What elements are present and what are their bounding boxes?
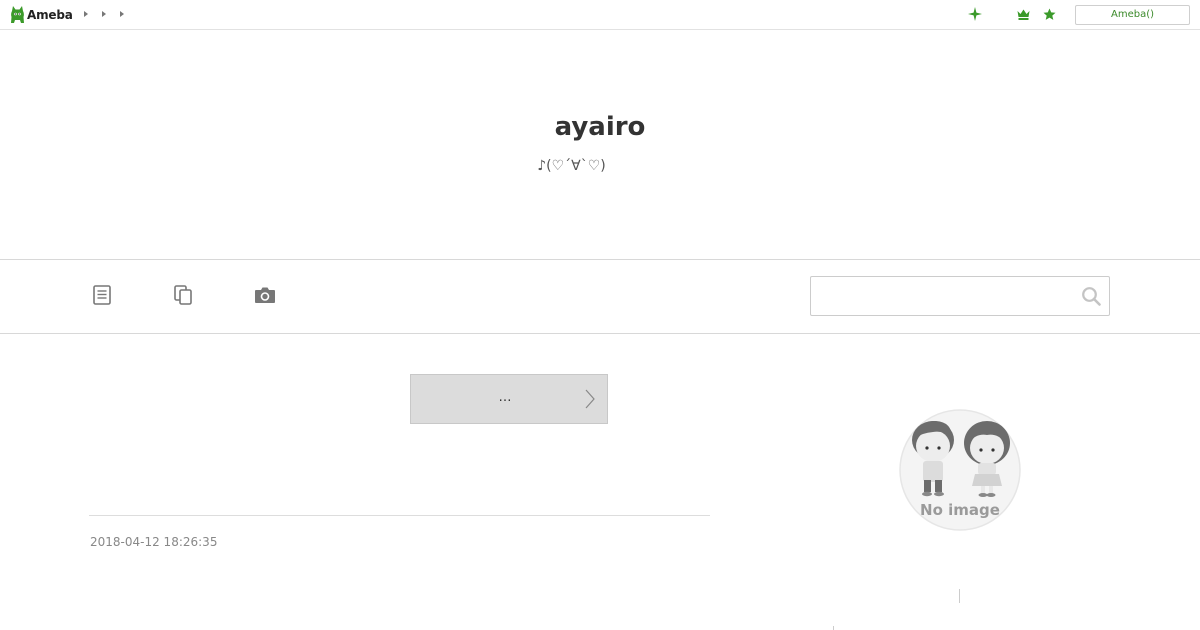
blog-search-box xyxy=(810,276,1110,316)
star-icon[interactable] xyxy=(1043,8,1056,21)
nav-arrow-1[interactable] xyxy=(84,11,88,17)
blog-menu-bar xyxy=(0,259,1200,334)
sidebar-separator xyxy=(959,589,960,603)
search-input[interactable] xyxy=(812,278,1088,312)
ameba-mascot-icon xyxy=(11,6,24,23)
nav-arrow-3[interactable] xyxy=(120,11,124,17)
read-more-label: … xyxy=(498,390,512,405)
profile-image[interactable]: No image xyxy=(898,408,1022,532)
content-divider xyxy=(89,515,710,516)
logo-text: Ameba xyxy=(27,8,73,22)
read-more-button[interactable]: … xyxy=(410,374,608,424)
global-header: Ameba Ameba() xyxy=(0,0,1200,30)
article-list-icon[interactable] xyxy=(93,285,111,305)
search-icon[interactable] xyxy=(1081,286,1101,306)
sidebar-separator-small xyxy=(833,626,834,630)
crown-icon[interactable] xyxy=(1017,9,1030,20)
ameba-logo[interactable]: Ameba xyxy=(10,6,73,24)
pages-icon[interactable] xyxy=(174,285,193,305)
sparkle-icon[interactable] xyxy=(968,7,982,21)
no-image-text: No image xyxy=(920,501,1000,519)
global-nav xyxy=(84,11,124,17)
blog-description: ♪(♡´∀`♡) xyxy=(537,158,606,174)
nav-arrow-2[interactable] xyxy=(102,11,106,17)
post-date: 2018-04-12 18:26:35 xyxy=(90,535,218,549)
ameba-login-button[interactable]: Ameba() xyxy=(1075,5,1190,25)
camera-icon[interactable] xyxy=(254,286,276,304)
chevron-right-icon xyxy=(585,389,595,409)
blog-title[interactable]: ayairo xyxy=(0,112,1200,142)
